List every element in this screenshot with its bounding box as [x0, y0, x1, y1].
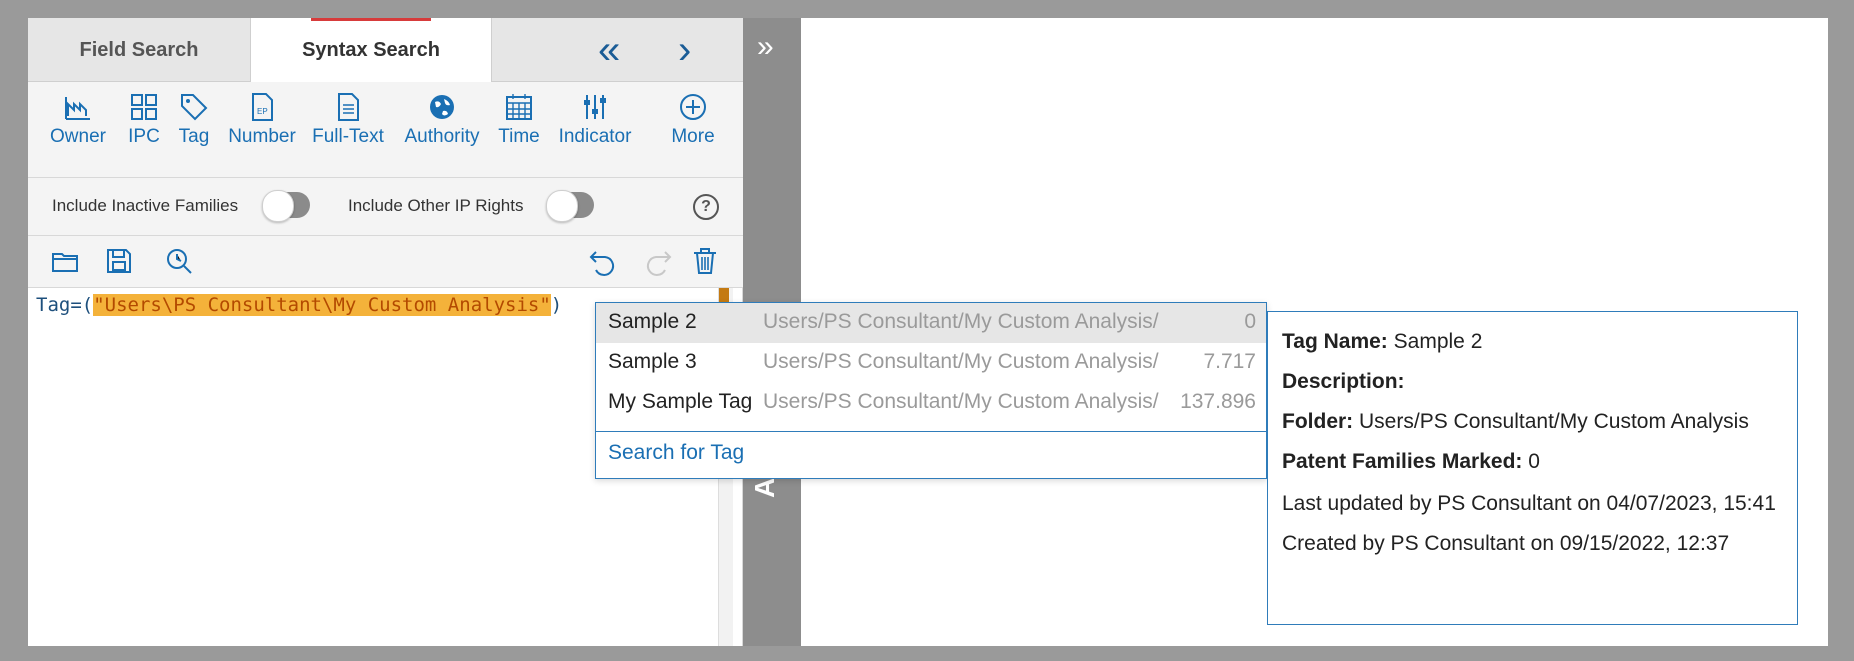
- search-tabs: Field Search Syntax Search « ›: [28, 18, 743, 83]
- globe-icon: [430, 95, 454, 119]
- full-text-button[interactable]: Full-Text: [311, 92, 385, 148]
- undo-icon[interactable]: [588, 246, 618, 276]
- ipc-button[interactable]: IPC: [124, 92, 164, 148]
- suggestion-count: 0: [1244, 310, 1256, 333]
- document-ep-icon: EP: [252, 93, 273, 121]
- full-text-label: Full-Text: [312, 126, 384, 147]
- number-label: Number: [228, 126, 296, 147]
- query-suffix: ): [550, 294, 563, 316]
- tag-suggestion-dropdown: Sample 2 Users/PS Consultant/My Custom A…: [595, 302, 1267, 479]
- tag-name-line: Tag Name: Sample 2: [1282, 330, 1482, 354]
- more-button[interactable]: More: [668, 92, 718, 148]
- suggestion-path: Users/PS Consultant/My Custom Analysis/: [763, 390, 1159, 413]
- description-line: Description:: [1282, 370, 1405, 394]
- tag-icon: [181, 94, 208, 121]
- include-inactive-toggle[interactable]: [262, 190, 310, 222]
- authority-button[interactable]: Authority: [401, 92, 483, 148]
- families-value: 0: [1528, 450, 1540, 473]
- search-for-tag-link[interactable]: Search for Tag: [608, 441, 744, 465]
- tag-label: Tag: [178, 126, 210, 147]
- tag-name-value: Sample 2: [1393, 330, 1483, 353]
- folder-line: Folder: Users/PS Consultant/My Custom An…: [1282, 410, 1749, 434]
- plus-circle-icon: [680, 94, 706, 120]
- suggestion-path: Users/PS Consultant/My Custom Analysis/: [763, 350, 1159, 373]
- divider: [596, 431, 1266, 432]
- suggestion-path: Users/PS Consultant/My Custom Analysis/: [763, 310, 1159, 333]
- tab-syntax-search[interactable]: Syntax Search: [250, 18, 492, 83]
- more-label: More: [671, 126, 715, 147]
- sliders-icon: [584, 95, 606, 119]
- authority-label: Authority: [404, 126, 480, 147]
- svg-text:EP: EP: [257, 107, 268, 116]
- created-line: Created by PS Consultant on 09/15/2022, …: [1282, 532, 1730, 555]
- folder-value: Users/PS Consultant/My Custom Analysis: [1359, 410, 1749, 433]
- include-other-ip-toggle[interactable]: [546, 190, 594, 222]
- editor-actions: [28, 236, 743, 288]
- suggestion-item[interactable]: My Sample Tag Users/PS Consultant/My Cus…: [596, 383, 1266, 423]
- owner-button[interactable]: Owner: [50, 92, 106, 148]
- query-string: "Users\PS Consultant\My Custom Analysis": [93, 294, 551, 316]
- help-icon[interactable]: ?: [693, 194, 719, 220]
- trash-icon[interactable]: [690, 246, 720, 276]
- double-chevron-left-icon[interactable]: «: [598, 28, 620, 72]
- grid-icon: [131, 94, 157, 120]
- calendar-icon: [506, 94, 532, 120]
- include-other-ip-label: Include Other IP Rights: [348, 196, 524, 215]
- double-chevron-right-icon[interactable]: »: [757, 30, 774, 64]
- syntax-query[interactable]: Tag=("Users\PS Consultant\My Custom Anal…: [36, 294, 562, 316]
- save-icon[interactable]: [104, 246, 134, 276]
- tag-name-label: Tag Name:: [1282, 330, 1388, 353]
- suggestion-count: 7.717: [1203, 350, 1256, 373]
- query-prefix: Tag=(: [36, 294, 94, 316]
- document-text-icon: [338, 93, 359, 121]
- redo-icon[interactable]: [643, 246, 673, 276]
- suggestion-name: Sample 3: [608, 350, 697, 373]
- search-options: Include Inactive Families Include Other …: [28, 178, 743, 236]
- suggestion-name: Sample 2: [608, 310, 697, 333]
- tag-info-panel: Tag Name: Sample 2 Description: Folder: …: [1267, 311, 1798, 625]
- description-label: Description:: [1282, 370, 1405, 393]
- time-button[interactable]: Time: [496, 92, 542, 148]
- owner-label: Owner: [50, 126, 106, 147]
- suggestion-count: 137.896: [1180, 390, 1256, 413]
- ipc-label: IPC: [128, 126, 160, 147]
- families-label: Patent Families Marked:: [1282, 450, 1523, 473]
- last-updated-line: Last updated by PS Consultant on 04/07/2…: [1282, 492, 1776, 515]
- number-button[interactable]: EP Number: [228, 92, 296, 148]
- indicator-button[interactable]: Indicator: [556, 92, 634, 148]
- folder-label: Folder:: [1282, 410, 1354, 433]
- history-search-icon[interactable]: [164, 246, 194, 276]
- chevron-right-icon[interactable]: ›: [678, 28, 691, 72]
- suggestion-item[interactable]: Sample 2 Users/PS Consultant/My Custom A…: [596, 303, 1266, 343]
- indicator-label: Indicator: [558, 126, 632, 147]
- tag-button[interactable]: Tag: [176, 92, 212, 148]
- suggestion-name: My Sample Tag: [608, 390, 753, 413]
- field-toolbar: Owner IPC Tag EP Number Full-Text Author…: [28, 82, 743, 178]
- factory-icon: [65, 97, 90, 120]
- tab-field-search[interactable]: Field Search: [28, 18, 250, 82]
- time-label: Time: [498, 126, 540, 147]
- open-folder-icon[interactable]: [50, 246, 80, 276]
- families-line: Patent Families Marked: 0: [1282, 450, 1540, 474]
- suggestion-item[interactable]: Sample 3 Users/PS Consultant/My Custom A…: [596, 343, 1266, 383]
- app-window: Field Search Syntax Search « › Owner IPC…: [28, 18, 1828, 646]
- include-inactive-label: Include Inactive Families: [52, 196, 239, 215]
